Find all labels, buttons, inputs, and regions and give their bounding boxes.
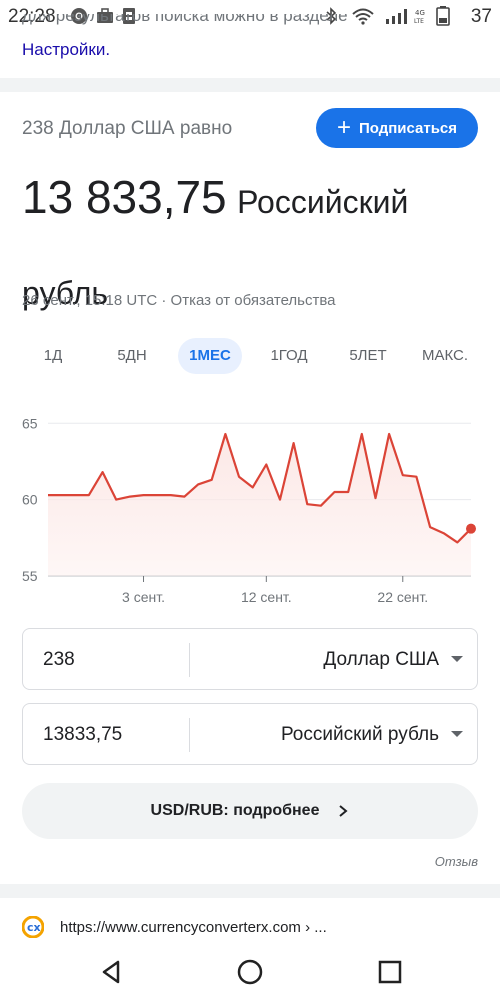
feedback-link[interactable]: Отзыв — [435, 854, 478, 869]
to-value-input[interactable]: 13833,75 — [43, 704, 122, 766]
tab-max[interactable]: МАКС. — [412, 338, 478, 374]
y-tick-label: 60 — [22, 492, 38, 508]
tab-1y[interactable]: 1ГОД — [256, 338, 322, 374]
divider — [189, 643, 190, 677]
svg-text:cx: cx — [27, 921, 41, 934]
cut-off-text: для результатов поиска можно в разделе — [22, 14, 348, 25]
tab-1d[interactable]: 1Д — [22, 338, 84, 374]
to-currency-box: 13833,75 Российский рубль — [22, 703, 478, 765]
tab-5d[interactable]: 5ДН — [100, 338, 164, 374]
more-details-button[interactable]: USD/RUB: подробнее — [22, 783, 478, 839]
plus-icon: + — [336, 114, 351, 141]
x-tick-label: 12 сент. — [241, 589, 292, 605]
dropdown-arrow-icon[interactable] — [451, 656, 463, 662]
range-tabs: 1Д 5ДН 1МЕС 1ГОД 5ЛЕТ МАКС. — [22, 338, 478, 374]
to-unit-select[interactable]: Российский рубль — [281, 704, 439, 766]
subscribe-button[interactable]: + Подписаться — [316, 108, 478, 148]
equals-line: 238 Доллар США равно — [22, 118, 233, 139]
site-favicon-icon: cx — [22, 916, 44, 938]
more-details-label: USD/RUB: подробнее — [150, 802, 320, 819]
dropdown-arrow-icon[interactable] — [451, 731, 463, 737]
separator — [0, 78, 500, 92]
home-icon[interactable] — [236, 958, 264, 986]
result-url: https://www.currencyconverterx.com › ... — [60, 918, 327, 936]
tab-1m[interactable]: 1МЕС — [178, 338, 242, 374]
from-unit-select[interactable]: Доллар США — [323, 629, 439, 691]
x-tick-label: 22 сент. — [377, 589, 428, 605]
search-result-source[interactable]: cx https://www.currencyconverterx.com › … — [22, 916, 327, 938]
from-currency-box: 238 Доллар США — [22, 628, 478, 690]
result-line: 13 833,75 Российский рубль — [22, 155, 482, 342]
y-tick-label: 65 — [22, 415, 38, 431]
x-tick-label: 3 сент. — [122, 589, 165, 605]
exchange-rate-chart[interactable]: 55 60 65 3 сент. 12 сент. 22 сент. — [0, 400, 500, 615]
chevron-right-icon — [339, 805, 349, 817]
separator — [0, 884, 500, 898]
subscribe-label: Подписаться — [358, 119, 458, 137]
recents-icon[interactable] — [376, 958, 404, 986]
settings-link[interactable]: Настройки. — [22, 40, 110, 60]
current-value-dot — [466, 523, 476, 534]
y-tick-label: 55 — [22, 568, 38, 584]
timestamp: 26 сент., 15:18 UTC · Отказ от обязатель… — [22, 292, 336, 309]
back-icon[interactable] — [98, 958, 126, 986]
result-number: 13 833,75 — [22, 171, 227, 223]
from-value-input[interactable]: 238 — [43, 629, 75, 691]
divider — [189, 718, 190, 752]
navigation-bar — [0, 944, 500, 1000]
tab-5y[interactable]: 5ЛЕТ — [336, 338, 400, 374]
series-area — [48, 434, 471, 576]
